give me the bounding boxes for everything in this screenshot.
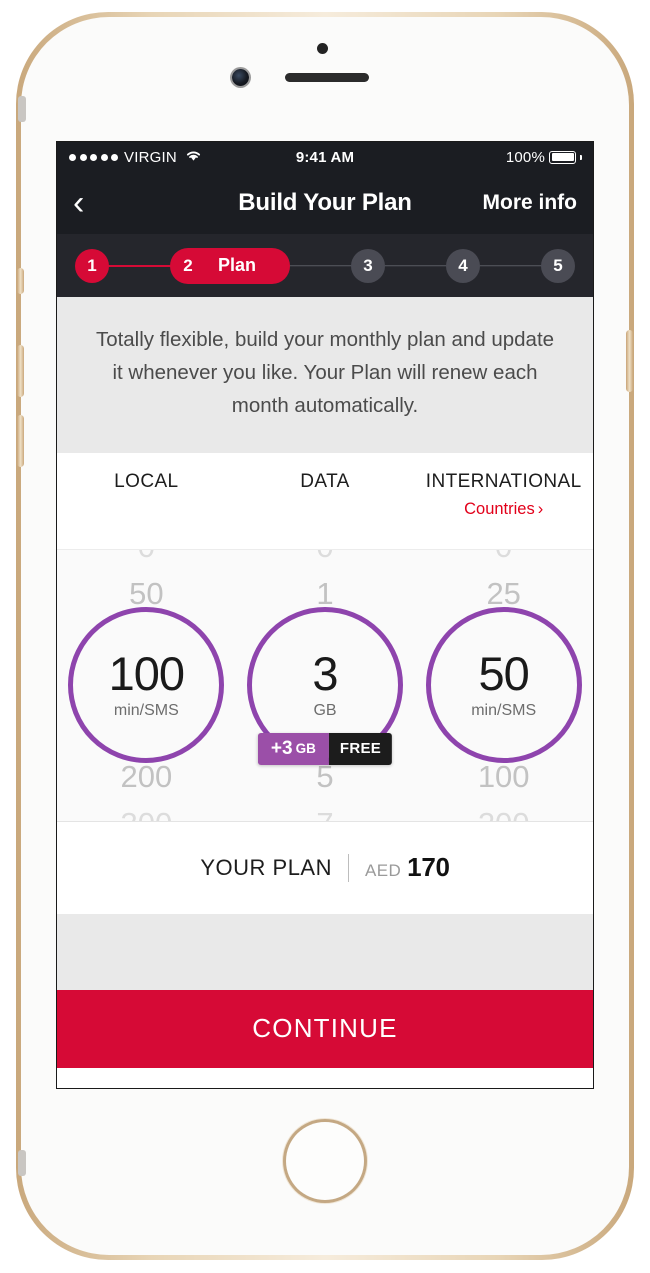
picker-local-value: 100 [108, 647, 185, 701]
bonus-amount-unit: GB [295, 741, 316, 757]
phone-screen: VIRGIN 9:41 AM 100% ‹ Build Your Plan Mo… [57, 142, 593, 1088]
step-5[interactable]: 5 [540, 248, 575, 283]
volume-up-button[interactable] [17, 345, 24, 397]
column-data: DATA [236, 471, 415, 549]
battery-icon [549, 150, 576, 164]
picker-data-option-above-2[interactable]: 0 [236, 550, 415, 565]
step-2-label: Plan [217, 255, 256, 275]
picker-local-option-below-1[interactable]: 200 [57, 759, 236, 795]
plan-summary-divider [348, 853, 349, 882]
bottom-spacer [57, 913, 593, 990]
picker-data-option-below-2[interactable]: 7 [236, 806, 415, 821]
wifi-icon [185, 149, 202, 166]
plan-summary-bar: YOUR PLAN AED 170 [57, 821, 593, 914]
picker-data-value: 3 [312, 647, 338, 701]
continue-button[interactable]: CONTINUE [57, 989, 593, 1068]
status-bar: VIRGIN 9:41 AM 100% [57, 142, 593, 172]
carrier-info: VIRGIN [57, 149, 202, 166]
countries-link[interactable]: Countries › [464, 500, 543, 519]
plan-price: AED 170 [365, 852, 450, 883]
step-4-number: 4 [458, 255, 468, 275]
step-4[interactable]: 4 [445, 248, 480, 283]
step-2-number: 2 [183, 255, 193, 275]
countries-link-label: Countries [464, 499, 535, 518]
volume-down-button[interactable] [17, 415, 24, 467]
signal-strength-icon [69, 153, 118, 161]
step-3-number: 3 [363, 255, 373, 275]
picker-data-unit: GB [313, 702, 337, 720]
antenna-band-top-left [18, 96, 26, 122]
picker-international-value: 50 [478, 647, 530, 701]
progress-stepper: 1 2 Plan 3 4 5 [57, 234, 593, 297]
more-info-button[interactable]: More info [483, 191, 578, 215]
picker-international-option-below-2[interactable]: 200 [414, 806, 593, 821]
step-1[interactable]: 1 [75, 248, 109, 283]
picker-local-option-below-2[interactable]: 300 [57, 806, 236, 821]
bonus-amount-value: +3 [270, 737, 293, 759]
power-button[interactable] [626, 330, 633, 392]
column-local: LOCAL [57, 471, 236, 549]
bonus-amount: +3 GB [257, 732, 329, 765]
picker-local-unit: min/SMS [113, 702, 179, 720]
home-button[interactable] [286, 1122, 364, 1200]
chevron-right-icon: › [537, 499, 544, 518]
plan-summary-label: YOUR PLAN [200, 854, 332, 880]
plan-pickers: 0 50 100 min/SMS 200 300 0 1 3 GB +3GB F… [57, 548, 593, 822]
bonus-free-tag: FREE [328, 732, 393, 765]
bonus-data-badge: +3 GB FREE [257, 732, 393, 765]
picker-international-selected[interactable]: 50 min/SMS [425, 607, 582, 764]
column-international-title: INTERNATIONAL [425, 470, 582, 492]
step-1-number: 1 [87, 255, 97, 275]
picker-international-unit: min/SMS [471, 702, 537, 720]
proximity-sensor [317, 43, 328, 54]
chevron-left-icon[interactable]: ‹ [73, 186, 113, 220]
battery-cap [580, 154, 582, 160]
picker-international-option-below-1[interactable]: 100 [414, 759, 593, 795]
plan-currency: AED [365, 861, 402, 881]
picker-international[interactable]: 0 25 50 min/SMS 100 200 [414, 550, 593, 821]
picker-local-option-above-2[interactable]: 0 [57, 550, 236, 565]
category-headers: LOCAL DATA INTERNATIONAL Countries › [57, 452, 593, 549]
mute-switch[interactable] [17, 268, 24, 294]
step-5-number: 5 [553, 255, 563, 275]
front-camera [232, 69, 249, 86]
plan-amount: 170 [407, 852, 450, 883]
earpiece-speaker [285, 73, 369, 82]
picker-data[interactable]: 0 1 3 GB +3GB FREE 5 7 [236, 550, 415, 821]
step-3[interactable]: 3 [350, 248, 385, 283]
step-2-plan[interactable]: 2 Plan [169, 247, 290, 284]
carrier-name: VIRGIN [124, 148, 177, 166]
intro-description: Totally flexible, build your monthly pla… [57, 297, 593, 453]
battery-indicator: 100% [506, 149, 593, 166]
picker-international-option-above-2[interactable]: 0 [414, 550, 593, 565]
column-local-title: LOCAL [114, 470, 179, 492]
picker-local[interactable]: 0 50 100 min/SMS 200 300 [57, 550, 236, 821]
battery-percent-label: 100% [505, 148, 545, 166]
column-data-title: DATA [300, 470, 350, 492]
picker-local-selected[interactable]: 100 min/SMS [68, 607, 225, 764]
nav-bar: ‹ Build Your Plan More info [57, 172, 593, 234]
column-international: INTERNATIONAL Countries › [414, 471, 593, 549]
antenna-band-bottom-left [18, 1150, 26, 1176]
